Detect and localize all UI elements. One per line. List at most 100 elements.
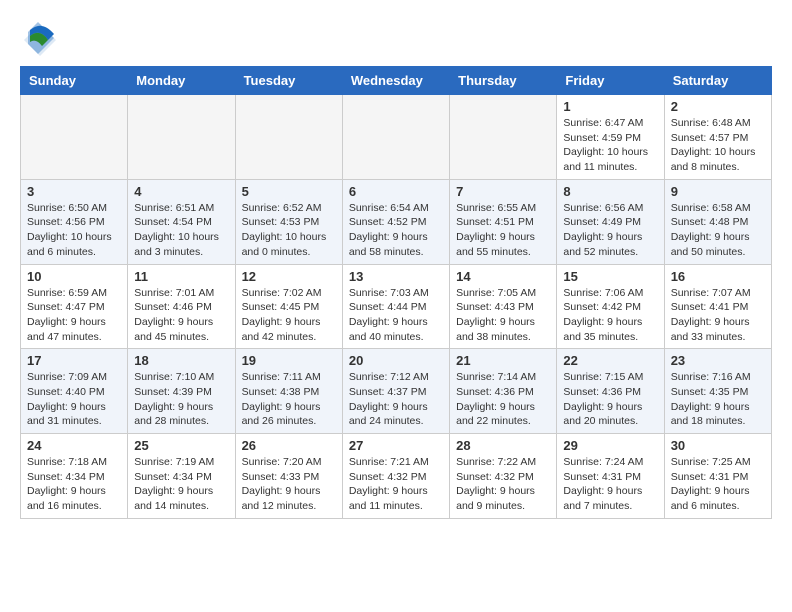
day-info: Sunrise: 7:16 AM Sunset: 4:35 PM Dayligh… (671, 370, 765, 429)
day-info: Sunrise: 7:14 AM Sunset: 4:36 PM Dayligh… (456, 370, 550, 429)
day-number: 13 (349, 269, 443, 284)
day-number: 3 (27, 184, 121, 199)
day-info: Sunrise: 7:10 AM Sunset: 4:39 PM Dayligh… (134, 370, 228, 429)
calendar-cell: 17 Sunrise: 7:09 AM Sunset: 4:40 PM Dayli… (21, 349, 128, 434)
calendar-week-row: 10Sunrise: 6:59 AM Sunset: 4:47 PM Dayli… (21, 264, 772, 349)
calendar-header-thursday: Thursday (450, 67, 557, 95)
calendar-cell: 20Sunrise: 7:12 AM Sunset: 4:37 PM Dayli… (342, 349, 449, 434)
day-number: 2 (671, 99, 765, 114)
calendar-cell: 13 Sunrise: 7:03 AM Sunset: 4:44 PM Dayli… (342, 264, 449, 349)
day-info: Sunrise: 6:54 AM Sunset: 4:52 PM Dayligh… (349, 201, 443, 260)
day-info: Sunrise: 6:51 AM Sunset: 4:54 PM Dayligh… (134, 201, 228, 260)
calendar-cell: 18Sunrise: 7:10 AM Sunset: 4:39 PM Dayli… (128, 349, 235, 434)
calendar-cell: 2 Sunrise: 6:48 AM Sunset: 4:57 PM Daylig… (664, 95, 771, 180)
day-info: Sunrise: 7:05 AM Sunset: 4:43 PM Dayligh… (456, 286, 550, 345)
calendar-cell (235, 95, 342, 180)
day-number: 4 (134, 184, 228, 199)
day-info: Sunrise: 7:22 AM Sunset: 4:32 PM Dayligh… (456, 455, 550, 514)
day-number: 21 (456, 353, 550, 368)
calendar-cell: 21 Sunrise: 7:14 AM Sunset: 4:36 PM Dayli… (450, 349, 557, 434)
calendar-cell: 30 Sunrise: 7:25 AM Sunset: 4:31 PM Dayli… (664, 434, 771, 519)
calendar-cell: 26 Sunrise: 7:20 AM Sunset: 4:33 PM Dayli… (235, 434, 342, 519)
calendar-cell: 23 Sunrise: 7:16 AM Sunset: 4:35 PM Dayli… (664, 349, 771, 434)
day-info: Sunrise: 7:09 AM Sunset: 4:40 PM Dayligh… (27, 370, 121, 429)
day-number: 23 (671, 353, 765, 368)
day-number: 12 (242, 269, 336, 284)
day-info: Sunrise: 7:07 AM Sunset: 4:41 PM Dayligh… (671, 286, 765, 345)
logo-icon (20, 20, 56, 56)
day-number: 9 (671, 184, 765, 199)
calendar-header-saturday: Saturday (664, 67, 771, 95)
day-number: 15 (563, 269, 657, 284)
calendar-cell: 10Sunrise: 6:59 AM Sunset: 4:47 PM Dayli… (21, 264, 128, 349)
calendar-cell: 12Sunrise: 7:02 AM Sunset: 4:45 PM Dayli… (235, 264, 342, 349)
calendar-cell: 25 Sunrise: 7:19 AM Sunset: 4:34 PM Dayli… (128, 434, 235, 519)
day-number: 28 (456, 438, 550, 453)
day-info: Sunrise: 7:24 AM Sunset: 4:31 PM Dayligh… (563, 455, 657, 514)
day-info: Sunrise: 7:18 AM Sunset: 4:34 PM Dayligh… (27, 455, 121, 514)
calendar-week-row: 24 Sunrise: 7:18 AM Sunset: 4:34 PM Dayli… (21, 434, 772, 519)
day-info: Sunrise: 7:11 AM Sunset: 4:38 PM Dayligh… (242, 370, 336, 429)
calendar-cell: 3 Sunrise: 6:50 AM Sunset: 4:56 PM Daylig… (21, 179, 128, 264)
day-number: 5 (242, 184, 336, 199)
calendar-week-row: 17 Sunrise: 7:09 AM Sunset: 4:40 PM Dayli… (21, 349, 772, 434)
day-info: Sunrise: 7:06 AM Sunset: 4:42 PM Dayligh… (563, 286, 657, 345)
logo (20, 20, 60, 56)
calendar-header-friday: Friday (557, 67, 664, 95)
calendar-cell: 16 Sunrise: 7:07 AM Sunset: 4:41 PM Dayli… (664, 264, 771, 349)
day-number: 24 (27, 438, 121, 453)
calendar-cell: 6 Sunrise: 6:54 AM Sunset: 4:52 PM Daylig… (342, 179, 449, 264)
calendar-week-row: 3 Sunrise: 6:50 AM Sunset: 4:56 PM Daylig… (21, 179, 772, 264)
day-number: 30 (671, 438, 765, 453)
calendar-cell: 14 Sunrise: 7:05 AM Sunset: 4:43 PM Dayli… (450, 264, 557, 349)
calendar-header-sunday: Sunday (21, 67, 128, 95)
day-info: Sunrise: 7:19 AM Sunset: 4:34 PM Dayligh… (134, 455, 228, 514)
day-number: 17 (27, 353, 121, 368)
day-info: Sunrise: 7:15 AM Sunset: 4:36 PM Dayligh… (563, 370, 657, 429)
calendar-cell: 8 Sunrise: 6:56 AM Sunset: 4:49 PM Daylig… (557, 179, 664, 264)
calendar-header-row: SundayMondayTuesdayWednesdayThursdayFrid… (21, 67, 772, 95)
day-number: 14 (456, 269, 550, 284)
calendar-header-wednesday: Wednesday (342, 67, 449, 95)
day-number: 6 (349, 184, 443, 199)
day-number: 8 (563, 184, 657, 199)
calendar-cell: 24 Sunrise: 7:18 AM Sunset: 4:34 PM Dayli… (21, 434, 128, 519)
day-number: 1 (563, 99, 657, 114)
calendar-cell (450, 95, 557, 180)
calendar-cell (342, 95, 449, 180)
day-info: Sunrise: 7:20 AM Sunset: 4:33 PM Dayligh… (242, 455, 336, 514)
day-info: Sunrise: 6:50 AM Sunset: 4:56 PM Dayligh… (27, 201, 121, 260)
day-number: 7 (456, 184, 550, 199)
day-info: Sunrise: 6:47 AM Sunset: 4:59 PM Dayligh… (563, 116, 657, 175)
calendar-header-monday: Monday (128, 67, 235, 95)
day-number: 16 (671, 269, 765, 284)
day-info: Sunrise: 7:01 AM Sunset: 4:46 PM Dayligh… (134, 286, 228, 345)
day-info: Sunrise: 7:25 AM Sunset: 4:31 PM Dayligh… (671, 455, 765, 514)
day-number: 29 (563, 438, 657, 453)
calendar-cell: 5Sunrise: 6:52 AM Sunset: 4:53 PM Daylig… (235, 179, 342, 264)
day-number: 25 (134, 438, 228, 453)
calendar-cell: 15 Sunrise: 7:06 AM Sunset: 4:42 PM Dayli… (557, 264, 664, 349)
calendar-cell: 9Sunrise: 6:58 AM Sunset: 4:48 PM Daylig… (664, 179, 771, 264)
day-number: 19 (242, 353, 336, 368)
calendar-cell: 1 Sunrise: 6:47 AM Sunset: 4:59 PM Daylig… (557, 95, 664, 180)
calendar-cell: 22 Sunrise: 7:15 AM Sunset: 4:36 PM Dayli… (557, 349, 664, 434)
day-info: Sunrise: 7:03 AM Sunset: 4:44 PM Dayligh… (349, 286, 443, 345)
calendar-header-tuesday: Tuesday (235, 67, 342, 95)
day-info: Sunrise: 6:59 AM Sunset: 4:47 PM Dayligh… (27, 286, 121, 345)
calendar-cell (21, 95, 128, 180)
day-info: Sunrise: 6:56 AM Sunset: 4:49 PM Dayligh… (563, 201, 657, 260)
day-number: 11 (134, 269, 228, 284)
day-number: 20 (349, 353, 443, 368)
calendar-cell: 27Sunrise: 7:21 AM Sunset: 4:32 PM Dayli… (342, 434, 449, 519)
day-info: Sunrise: 6:48 AM Sunset: 4:57 PM Dayligh… (671, 116, 765, 175)
page-header (20, 20, 772, 56)
calendar-cell: 7 Sunrise: 6:55 AM Sunset: 4:51 PM Daylig… (450, 179, 557, 264)
day-number: 26 (242, 438, 336, 453)
calendar-cell: 19 Sunrise: 7:11 AM Sunset: 4:38 PM Dayli… (235, 349, 342, 434)
day-info: Sunrise: 7:21 AM Sunset: 4:32 PM Dayligh… (349, 455, 443, 514)
calendar-week-row: 1 Sunrise: 6:47 AM Sunset: 4:59 PM Daylig… (21, 95, 772, 180)
day-info: Sunrise: 6:55 AM Sunset: 4:51 PM Dayligh… (456, 201, 550, 260)
calendar-cell (128, 95, 235, 180)
day-number: 22 (563, 353, 657, 368)
